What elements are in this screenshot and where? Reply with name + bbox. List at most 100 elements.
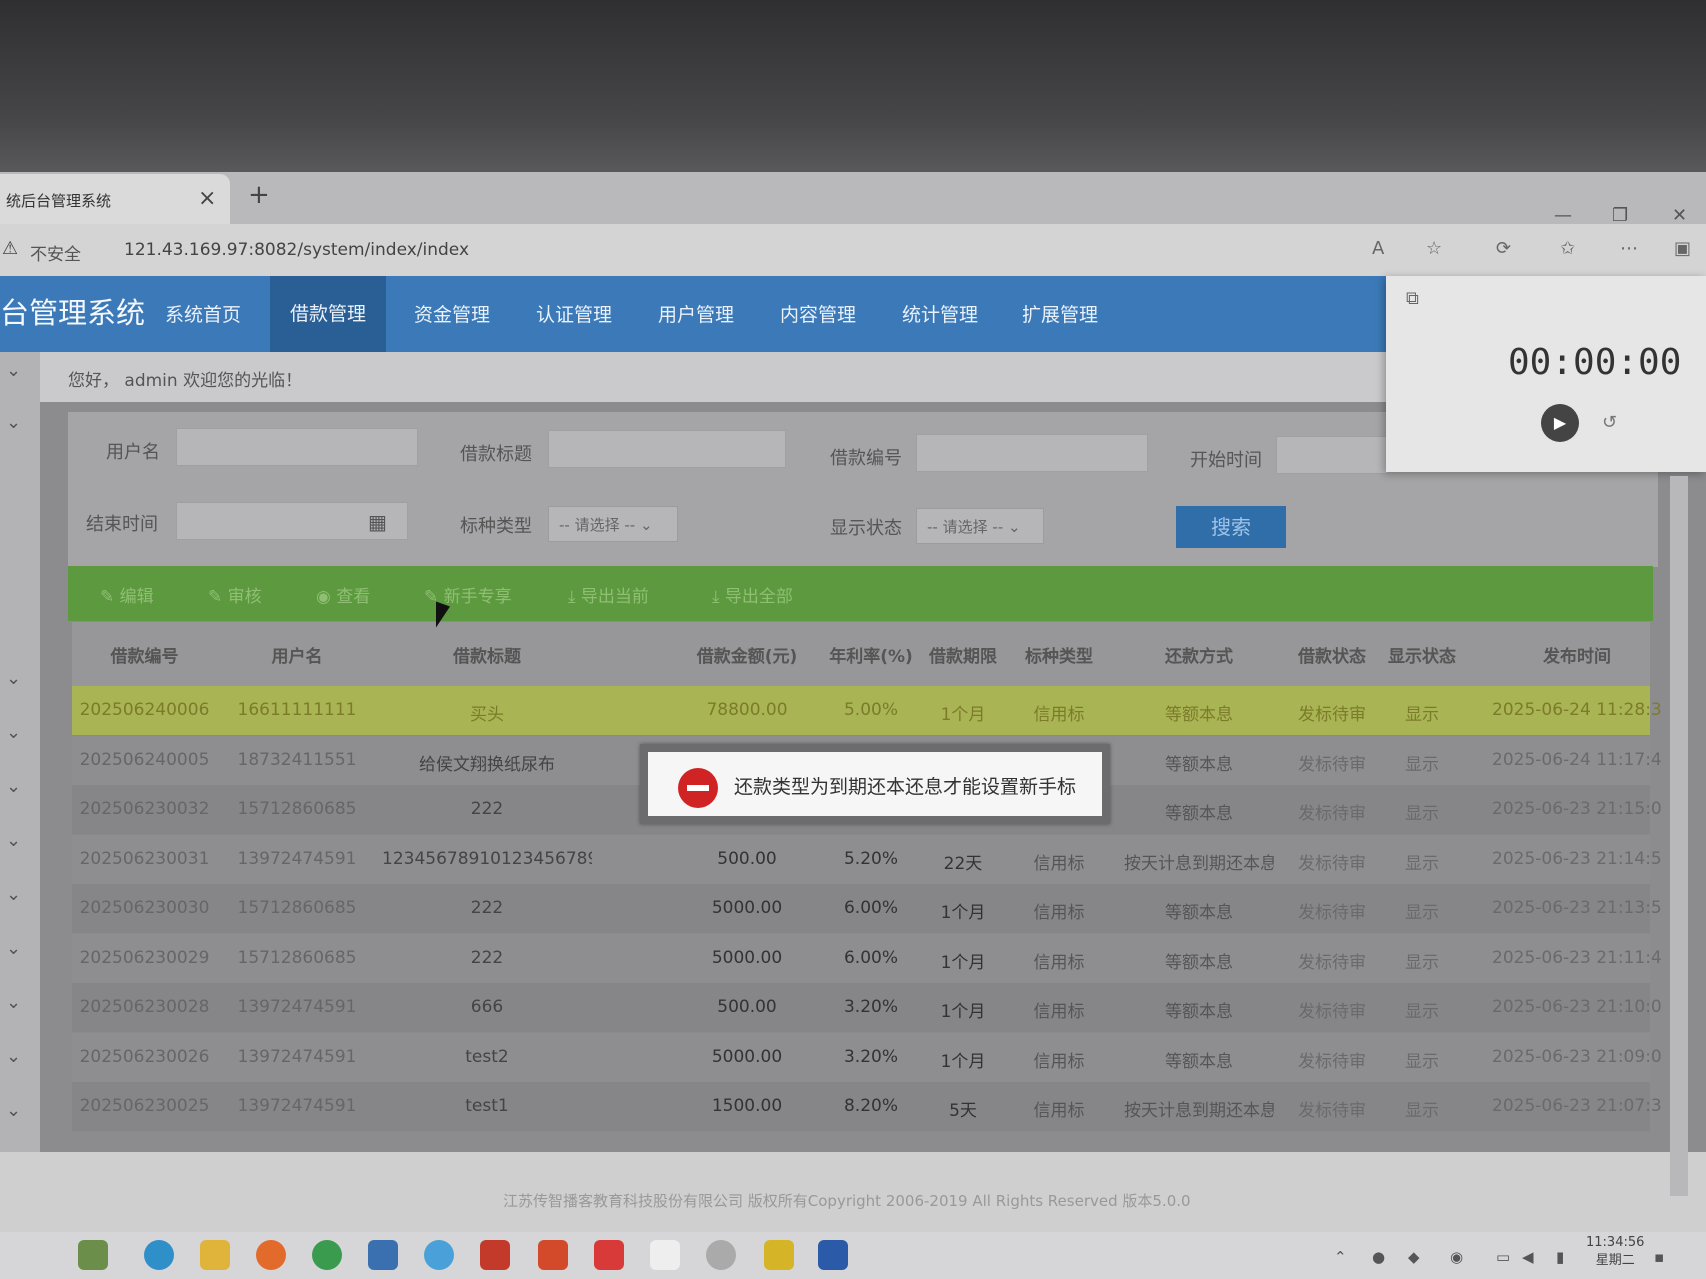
edge-icon[interactable] (144, 1240, 174, 1270)
edit-button[interactable]: ✎ 编辑 (100, 582, 154, 607)
nav-funds[interactable]: 资金管理 (414, 300, 490, 327)
username-input[interactable] (176, 428, 418, 466)
table-row[interactable]: 202506230029 15712860685 222 5000.00 6.00% 1个… (72, 933, 1662, 984)
app-icon[interactable] (368, 1240, 398, 1270)
nav-home[interactable]: 系统首页 (165, 300, 241, 327)
table-cell: 202506240006 (79, 700, 210, 720)
clock-time: 11:34:56 (1586, 1235, 1645, 1250)
table-row[interactable]: 202506230025 13972474591 test1 1500.00 8.20%… (72, 1082, 1662, 1132)
col-display[interactable]: 显示状态 (1362, 642, 1482, 667)
number-input[interactable] (916, 434, 1148, 472)
title-input[interactable] (548, 430, 786, 468)
table-row[interactable]: 202506240006 16611111111 买头 78800.00 5.00% 1个… (72, 686, 1662, 736)
nav-loan[interactable]: 借款管理 (270, 276, 387, 352)
minimize-button[interactable]: — (1554, 205, 1572, 226)
search-button[interactable]: 搜索 (1176, 506, 1286, 548)
start-time-input[interactable] (1276, 436, 1388, 474)
table-cell: 15712860685 (237, 898, 357, 918)
monitor-bezel (0, 0, 1706, 175)
export-all-button[interactable]: ⤓ 导出全部 (712, 582, 793, 607)
volume-icon[interactable]: ◀ (1522, 1248, 1534, 1266)
chevron-down-icon[interactable]: ⌄ (6, 830, 21, 851)
xmind-icon[interactable] (594, 1240, 624, 1270)
browser-tab[interactable]: 统后台管理系统 × (0, 174, 230, 224)
table-cell: 1个月 (940, 1002, 986, 1022)
col-number[interactable]: 借款编号 (72, 642, 217, 667)
system-clock[interactable]: 11:34:56 星期二 (1586, 1234, 1644, 1270)
chevron-down-icon[interactable]: ⌄ (6, 722, 21, 743)
app-icon[interactable] (764, 1240, 794, 1270)
nav-content[interactable]: 内容管理 (780, 300, 856, 327)
microphone-icon[interactable]: ● (1372, 1248, 1385, 1266)
page-scrollbar[interactable] (1670, 476, 1688, 1196)
address-bar[interactable]: ⚠ 不安全 121.43.169.97:8082/system/index/in… (0, 224, 1706, 276)
chevron-down-icon[interactable]: ⌄ (6, 884, 21, 905)
chevron-up-icon[interactable]: ⌃ (1334, 1248, 1347, 1266)
table-cell: 222 (470, 947, 504, 968)
favorite-icon[interactable]: ☆ (1426, 238, 1442, 259)
table-cell: 202506230029 (79, 947, 210, 968)
network-icon[interactable]: ▭ (1496, 1248, 1510, 1266)
folder-icon[interactable] (200, 1240, 230, 1270)
type-select[interactable]: -- 请选择 -- ⌄ (548, 506, 678, 542)
chevron-down-icon[interactable]: ⌄ (6, 360, 21, 381)
chevron-down-icon[interactable]: ⌄ (6, 412, 21, 433)
export-current-button[interactable]: ⤓ 导出当前 (568, 582, 649, 607)
calendar-icon[interactable]: ▦ (368, 510, 387, 534)
col-type[interactable]: 标种类型 (1004, 642, 1114, 667)
weather-icon[interactable] (78, 1240, 108, 1270)
restore-button[interactable]: ❐ (1612, 205, 1628, 226)
more-icon[interactable]: ⋯ (1620, 238, 1638, 259)
reset-icon[interactable]: ↺ (1602, 412, 1617, 433)
url-text[interactable]: 121.43.169.97:8082/system/index/index (124, 240, 469, 260)
chevron-down-icon[interactable]: ⌄ (6, 1100, 21, 1121)
firefox-icon[interactable] (256, 1240, 286, 1270)
col-title[interactable]: 借款标题 (382, 642, 592, 667)
nav-extend[interactable]: 扩展管理 (1022, 300, 1098, 327)
battery-icon[interactable]: ▮ (1556, 1248, 1564, 1266)
view-button[interactable]: ◉ 查看 (316, 582, 370, 607)
tab-close-icon[interactable]: × (198, 186, 216, 211)
table-row[interactable]: 202506230028 13972474591 666 500.00 3.20% 1个月… (72, 983, 1662, 1033)
table-row[interactable]: 202506230031 13972474591 12345678910123456… (72, 834, 1662, 885)
tray-icon[interactable]: ◉ (1450, 1248, 1463, 1266)
refresh-icon[interactable]: ⟳ (1496, 238, 1511, 259)
footer-text: 江苏传智播客教育科技股份有限公司 版权所有Copyright 2006-2019… (503, 1192, 1191, 1210)
nav-stats[interactable]: 统计管理 (902, 300, 978, 327)
word-icon[interactable] (818, 1240, 848, 1270)
col-term[interactable]: 借款期限 (908, 642, 1018, 667)
clock-app-icon[interactable] (706, 1240, 736, 1270)
table-row[interactable]: 202506230026 13972474591 test2 5000.00 3.20%… (72, 1032, 1662, 1083)
nav-users[interactable]: 用户管理 (658, 300, 734, 327)
col-username[interactable]: 用户名 (222, 642, 372, 667)
audit-button[interactable]: ✎ 审核 (208, 582, 262, 607)
col-time[interactable]: 发布时间 (1492, 642, 1662, 667)
tray-icon[interactable]: ◆ (1408, 1248, 1420, 1266)
pip-icon[interactable]: ⧉ (1406, 288, 1419, 309)
chevron-down-icon[interactable]: ⌄ (6, 1046, 21, 1067)
chevron-down-icon[interactable]: ⌄ (6, 992, 21, 1013)
col-repay[interactable]: 还款方式 (1124, 642, 1274, 667)
chevron-down-icon[interactable]: ⌄ (6, 938, 21, 959)
favorites-list-icon[interactable]: ✩ (1560, 238, 1575, 259)
chevron-down-icon[interactable]: ⌄ (6, 776, 21, 797)
play-icon[interactable]: ▶ (1541, 404, 1579, 442)
view-label: 查看 (336, 587, 371, 607)
new-tab-button[interactable]: + (248, 180, 270, 210)
typora-icon[interactable] (650, 1240, 680, 1270)
chevron-down-icon[interactable]: ⌄ (6, 668, 21, 689)
powerpoint-icon[interactable] (538, 1240, 568, 1270)
notification-icon[interactable]: ▪ (1654, 1248, 1664, 1266)
display-select-value: -- 请选择 -- (927, 518, 1004, 536)
sidebar-icon[interactable]: ▣ (1674, 238, 1691, 259)
chrome-icon[interactable] (312, 1240, 342, 1270)
table-cell: 1个月 (940, 952, 986, 973)
recorder-icon[interactable] (480, 1240, 510, 1270)
table-row[interactable]: 202506230030 15712860685 222 5000.00 6.00% 1个… (72, 884, 1662, 934)
table-cell: 202506240005 (79, 749, 210, 770)
nav-auth[interactable]: 认证管理 (536, 300, 612, 327)
window-close-button[interactable]: ✕ (1672, 205, 1687, 226)
display-status-select[interactable]: -- 请选择 -- ⌄ (916, 508, 1044, 544)
read-aloud-icon[interactable]: A (1372, 238, 1384, 259)
chat-icon[interactable] (424, 1240, 454, 1270)
